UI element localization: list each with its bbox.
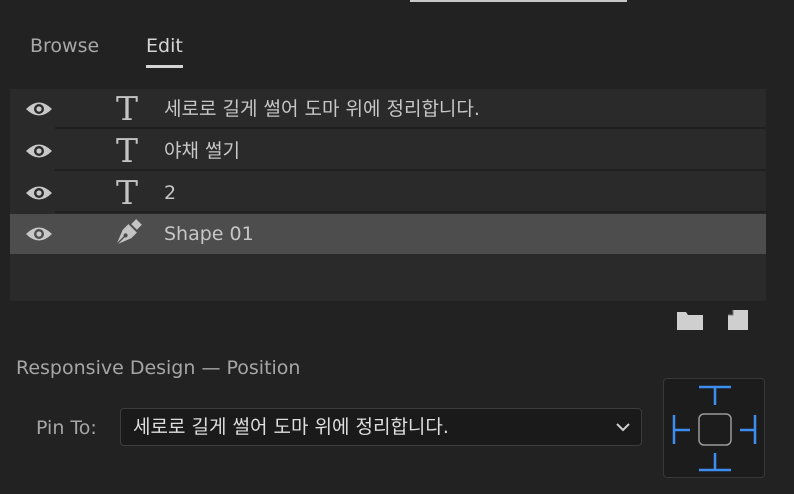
visibility-eye-icon[interactable]: [25, 225, 53, 243]
pin-handles: [672, 385, 757, 472]
pin-to-value: 세로로 길게 썰어 도마 위에 정리합니다.: [133, 416, 449, 438]
visibility-eye-icon[interactable]: [25, 184, 53, 202]
layer-row[interactable]: T 2: [10, 173, 766, 213]
visibility-eye-icon[interactable]: [25, 142, 53, 160]
top-scroll-indicator: [410, 0, 627, 2]
text-layer-icon: T: [115, 131, 138, 170]
new-item-icon[interactable]: [727, 309, 749, 331]
pin-to-label: Pin To:: [36, 417, 97, 439]
chevron-down-icon: [616, 423, 630, 432]
layer-label: 2: [164, 182, 177, 204]
pin-position-widget: [663, 378, 765, 478]
layer-label: 세로로 길게 썰어 도마 위에 정리합니다.: [164, 98, 480, 120]
pin-to-dropdown[interactable]: 세로로 길게 썰어 도마 위에 정리합니다.: [120, 408, 642, 446]
layer-label: Shape 01: [164, 223, 254, 245]
row-divider: [55, 211, 766, 213]
layer-row-selected[interactable]: Shape 01: [10, 214, 766, 254]
pen-tool-icon: [115, 219, 142, 246]
layers-list: T 세로로 길게 썰어 도마 위에 정리합니다. T 야채 썰기 T 2 Sha…: [10, 89, 766, 301]
responsive-design-title: Responsive Design — Position: [16, 357, 301, 379]
pin-center-box: [698, 413, 732, 446]
text-layer-icon: T: [115, 173, 138, 212]
text-layer-icon: T: [115, 89, 138, 128]
layer-row[interactable]: T 야채 썰기: [10, 131, 766, 171]
visibility-eye-icon[interactable]: [25, 100, 53, 118]
tab-browse[interactable]: Browse: [30, 34, 99, 58]
row-divider: [55, 127, 766, 129]
layer-row[interactable]: T 세로로 길게 썰어 도마 위에 정리합니다.: [10, 89, 766, 129]
layer-label: 야채 썰기: [164, 140, 240, 162]
tab-edit[interactable]: Edit: [146, 34, 183, 68]
folder-icon[interactable]: [676, 308, 704, 332]
row-divider: [55, 169, 766, 171]
